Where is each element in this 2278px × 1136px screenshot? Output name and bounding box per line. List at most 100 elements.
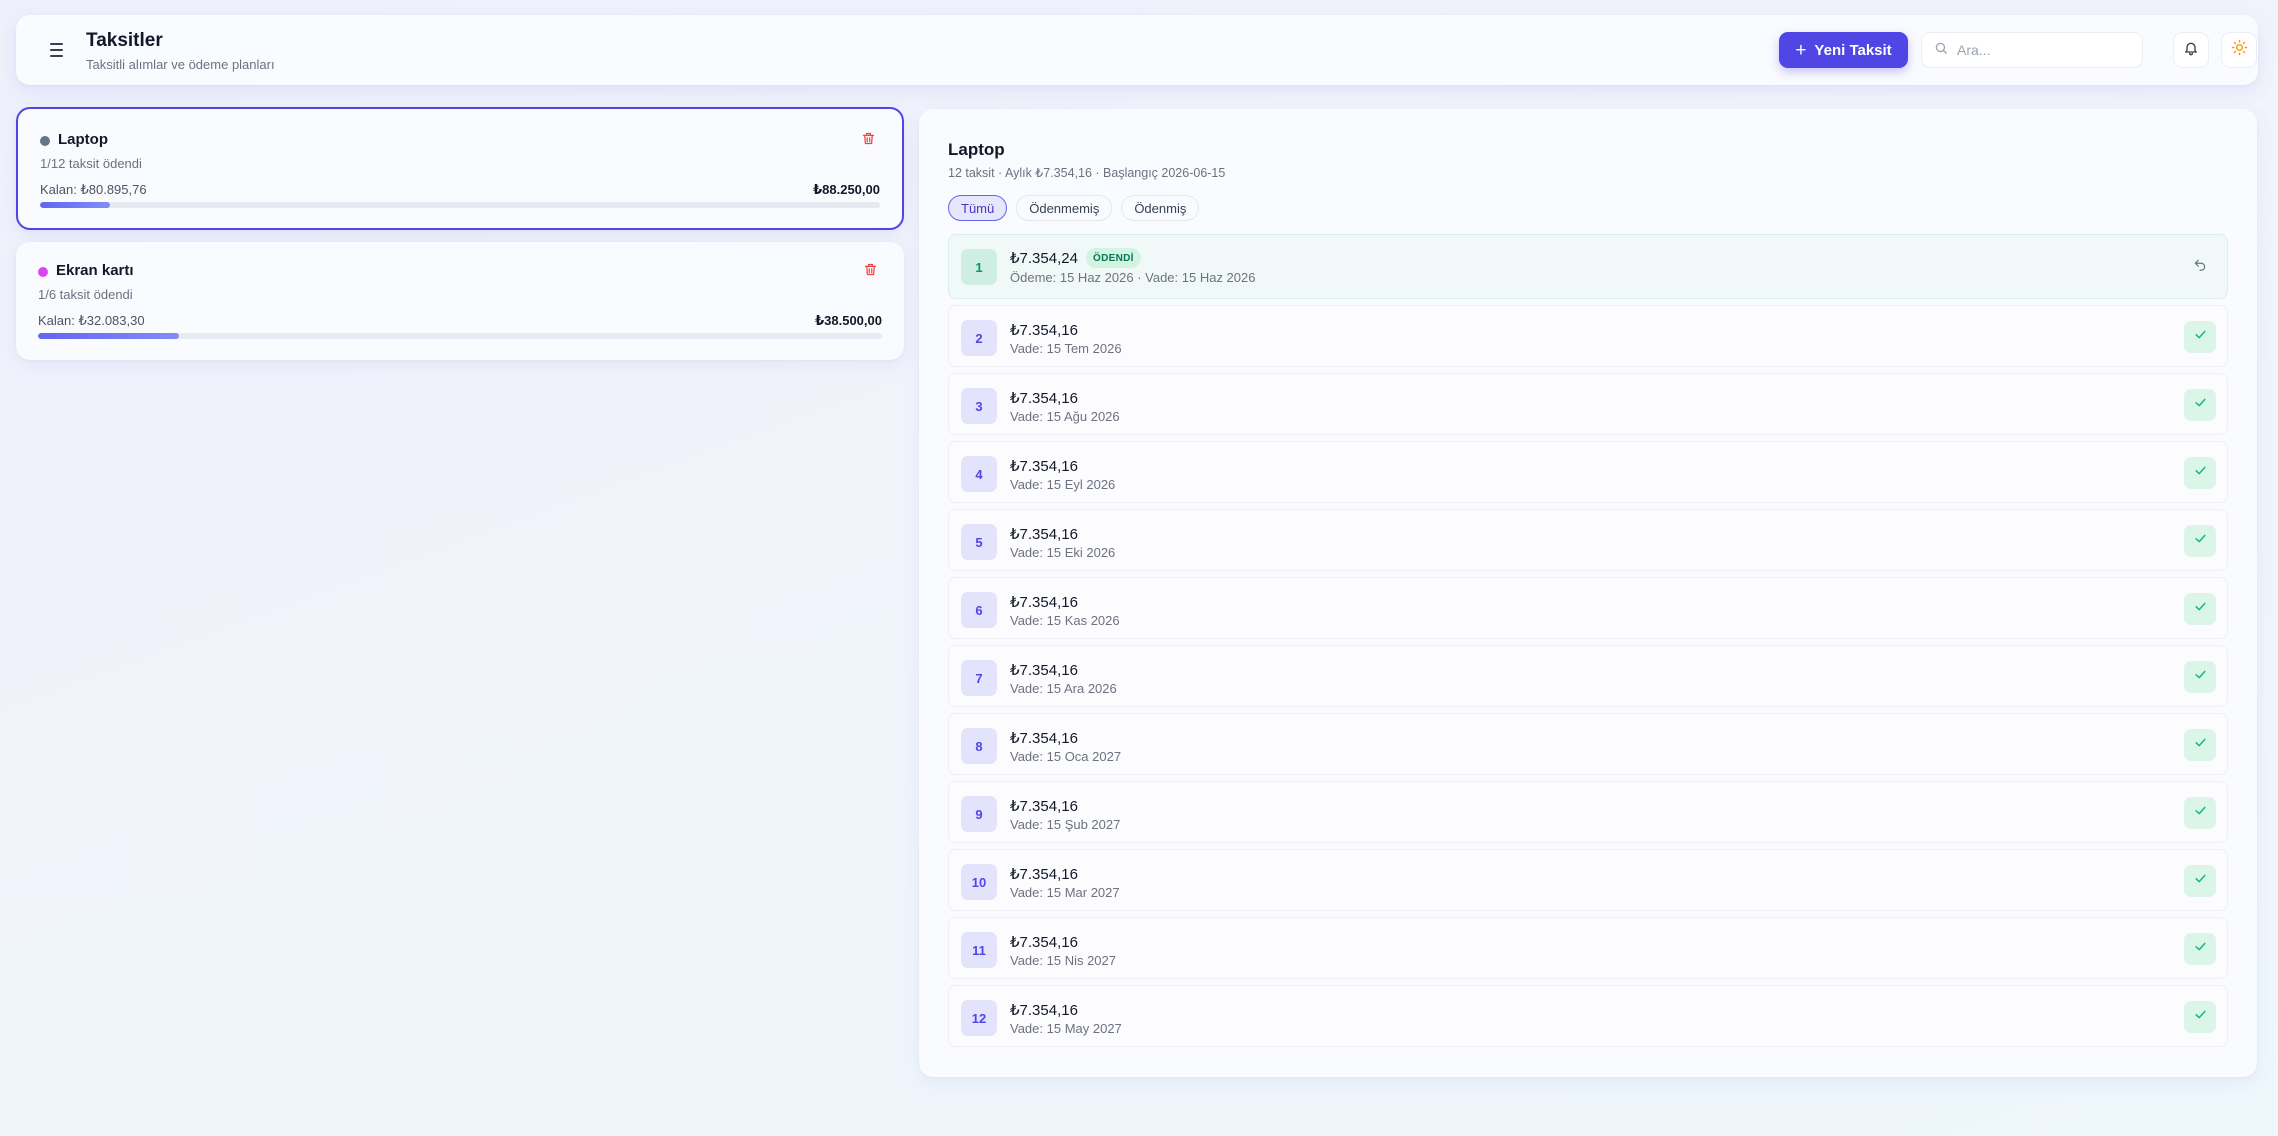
installment-amount: ₺7.354,24 bbox=[1010, 250, 1078, 267]
mark-paid-button[interactable] bbox=[2184, 389, 2216, 421]
check-icon bbox=[2193, 803, 2208, 823]
plan-card[interactable]: Laptop 1/12 taksit ödendi Kalan: ₺80.895… bbox=[16, 107, 904, 230]
check-icon bbox=[2193, 667, 2208, 687]
trash-icon bbox=[863, 262, 878, 282]
plan-total: ₺38.500,00 bbox=[815, 313, 882, 328]
installment-date: Vade: 15 Nis 2027 bbox=[1010, 953, 1116, 968]
installment-number: 7 bbox=[961, 660, 997, 696]
installment-row: 8 ₺7.354,16 Vade: 15 Oca 2027 bbox=[948, 713, 2228, 775]
mark-paid-button[interactable] bbox=[2184, 661, 2216, 693]
mark-paid-button[interactable] bbox=[2184, 1001, 2216, 1033]
check-icon bbox=[2193, 939, 2208, 959]
installment-row: 5 ₺7.354,16 Vade: 15 Eki 2026 bbox=[948, 509, 2228, 571]
trash-icon bbox=[861, 131, 876, 151]
installment-row: 10 ₺7.354,16 Vade: 15 Mar 2027 bbox=[948, 849, 2228, 911]
installment-amount: ₺7.354,16 bbox=[1010, 458, 1078, 475]
installment-number: 9 bbox=[961, 796, 997, 832]
installment-date: Vade: 15 Şub 2027 bbox=[1010, 817, 1121, 832]
installment-amount: ₺7.354,16 bbox=[1010, 594, 1078, 611]
app-header: Taksitler Taksitli alımlar ve ödeme plan… bbox=[16, 15, 2258, 85]
plan-paid-count: 1/6 taksit ödendi bbox=[38, 287, 133, 302]
installment-number: 12 bbox=[961, 1000, 997, 1036]
plan-name: Ekran kartı bbox=[56, 262, 134, 279]
search-input[interactable] bbox=[1957, 42, 2127, 58]
mark-paid-button[interactable] bbox=[2184, 865, 2216, 897]
mark-paid-button[interactable] bbox=[2184, 593, 2216, 625]
installment-amount: ₺7.354,16 bbox=[1010, 866, 1078, 883]
page-title: Taksitler bbox=[86, 30, 163, 51]
check-icon bbox=[2193, 395, 2208, 415]
installment-row: 6 ₺7.354,16 Vade: 15 Kas 2026 bbox=[948, 577, 2228, 639]
mark-paid-button[interactable] bbox=[2184, 321, 2216, 353]
filter-tabs: Tümü Ödenmemiş Ödenmiş bbox=[948, 195, 1200, 221]
check-icon bbox=[2193, 871, 2208, 891]
undo-icon bbox=[2193, 258, 2207, 277]
plan-progress-bar bbox=[38, 333, 882, 339]
plan-progress-fill bbox=[38, 333, 179, 339]
installment-number: 1 bbox=[961, 249, 997, 285]
mark-paid-button[interactable] bbox=[2184, 457, 2216, 489]
plan-progress-bar bbox=[40, 202, 880, 208]
check-icon bbox=[2193, 463, 2208, 483]
filter-unpaid[interactable]: Ödenmemiş bbox=[1016, 195, 1113, 221]
installment-date: Vade: 15 Oca 2027 bbox=[1010, 749, 1122, 764]
delete-plan-button[interactable] bbox=[858, 131, 878, 151]
search-icon bbox=[1934, 41, 1948, 60]
installment-number: 2 bbox=[961, 320, 997, 356]
delete-plan-button[interactable] bbox=[860, 262, 880, 282]
filter-paid[interactable]: Ödenmiş bbox=[1121, 195, 1200, 221]
installment-row: 4 ₺7.354,16 Vade: 15 Eyl 2026 bbox=[948, 441, 2228, 503]
plus-icon: + bbox=[1795, 39, 1807, 61]
new-installment-label: Yeni Taksit bbox=[1814, 41, 1892, 59]
mark-paid-button[interactable] bbox=[2184, 797, 2216, 829]
installment-number: 6 bbox=[961, 592, 997, 628]
plan-card[interactable]: Ekran kartı 1/6 taksit ödendi Kalan: ₺32… bbox=[16, 242, 904, 360]
plan-name: Laptop bbox=[58, 131, 108, 148]
installment-amount: ₺7.354,16 bbox=[1010, 730, 1078, 747]
new-installment-button[interactable]: + Yeni Taksit bbox=[1779, 32, 1908, 68]
installment-row: 12 ₺7.354,16 Vade: 15 May 2027 bbox=[948, 985, 2228, 1047]
check-icon bbox=[2193, 735, 2208, 755]
installment-row: 7 ₺7.354,16 Vade: 15 Ara 2026 bbox=[948, 645, 2228, 707]
check-icon bbox=[2193, 327, 2208, 347]
check-icon bbox=[2193, 1007, 2208, 1027]
installment-amount: ₺7.354,16 bbox=[1010, 390, 1078, 407]
installment-number: 4 bbox=[961, 456, 997, 492]
installment-row: 9 ₺7.354,16 Vade: 15 Şub 2027 bbox=[948, 781, 2228, 843]
plan-remaining: Kalan: ₺80.895,76 bbox=[40, 182, 147, 197]
installment-list: 1 ₺7.354,24 ÖDENDİ Ödeme: 15 Haz 2026 · Vad… bbox=[948, 234, 2228, 1053]
installment-date: Ödeme: 15 Haz 2026 · Vade: 15 Haz 2026 bbox=[1010, 270, 1256, 285]
plan-progress-fill bbox=[40, 202, 110, 208]
installment-amount: ₺7.354,16 bbox=[1010, 526, 1078, 543]
installment-date: Vade: 15 Eki 2026 bbox=[1010, 545, 1116, 560]
installment-row: 2 ₺7.354,16 Vade: 15 Tem 2026 bbox=[948, 305, 2228, 367]
installment-number: 3 bbox=[961, 388, 997, 424]
detail-title: Laptop bbox=[948, 140, 1005, 159]
menu-icon[interactable] bbox=[44, 38, 68, 62]
installment-date: Vade: 15 Tem 2026 bbox=[1010, 341, 1122, 356]
installment-date: Vade: 15 Mar 2027 bbox=[1010, 885, 1120, 900]
installment-amount: ₺7.354,16 bbox=[1010, 662, 1078, 679]
mark-paid-button[interactable] bbox=[2184, 729, 2216, 761]
check-icon bbox=[2193, 599, 2208, 619]
plan-total: ₺88.250,00 bbox=[813, 182, 880, 197]
sun-icon bbox=[2231, 39, 2248, 61]
mark-paid-button[interactable] bbox=[2184, 933, 2216, 965]
installment-detail-panel: Laptop 12 taksit · Aylık ₺7.354,16 · Baş… bbox=[919, 109, 2257, 1077]
notifications-button[interactable] bbox=[2173, 32, 2209, 68]
installment-date: Vade: 15 Ağu 2026 bbox=[1010, 409, 1120, 424]
installment-number: 11 bbox=[961, 932, 997, 968]
paid-badge: ÖDENDİ bbox=[1086, 248, 1141, 268]
theme-toggle-button[interactable] bbox=[2221, 32, 2257, 68]
search-box[interactable] bbox=[1921, 32, 2143, 68]
plan-remaining: Kalan: ₺32.083,30 bbox=[38, 313, 145, 328]
filter-all[interactable]: Tümü bbox=[948, 195, 1008, 221]
undo-payment-button[interactable] bbox=[2184, 251, 2216, 283]
check-icon bbox=[2193, 531, 2208, 551]
plan-color-dot bbox=[38, 267, 48, 277]
mark-paid-button[interactable] bbox=[2184, 525, 2216, 557]
installment-date: Vade: 15 May 2027 bbox=[1010, 1021, 1122, 1036]
installment-amount: ₺7.354,16 bbox=[1010, 798, 1078, 815]
installment-date: Vade: 15 Eyl 2026 bbox=[1010, 477, 1116, 492]
page-subtitle: Taksitli alımlar ve ödeme planları bbox=[86, 57, 275, 72]
